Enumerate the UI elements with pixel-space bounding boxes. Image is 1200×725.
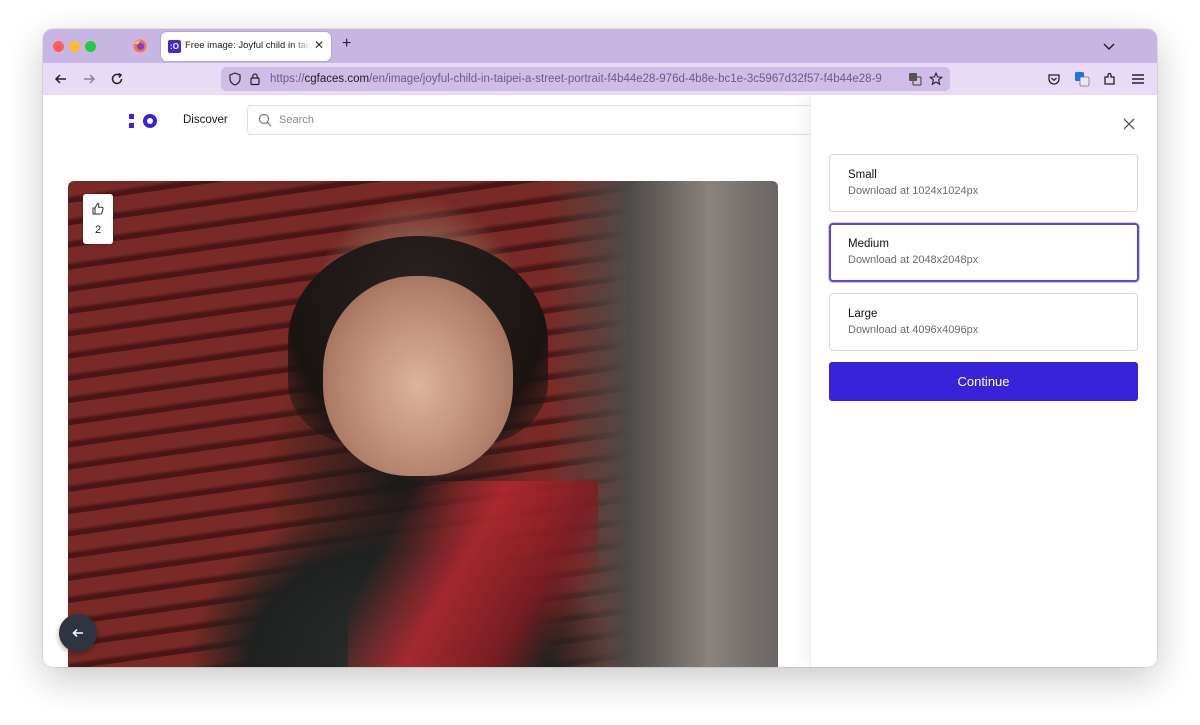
tab-title: Free image: Joyful child in taipei	[185, 40, 311, 51]
discover-link[interactable]: Discover	[183, 114, 228, 126]
like-count: 2	[94, 224, 102, 236]
translate-icon[interactable]	[908, 72, 922, 86]
page-content: Discover Search 2 Small Download at 1024…	[43, 95, 1157, 667]
lock-icon[interactable]	[248, 72, 262, 86]
url-domain: cgfaces.com	[304, 73, 370, 85]
back-arrow-icon[interactable]	[53, 71, 69, 87]
new-tab-icon[interactable]: +	[342, 35, 351, 53]
option-title: Small	[848, 169, 877, 181]
pocket-icon[interactable]	[1046, 71, 1062, 87]
photo-face	[323, 276, 513, 476]
url-prefix: https://	[270, 73, 305, 85]
chevron-down-icon[interactable]	[1101, 38, 1117, 54]
option-title: Large	[848, 308, 878, 320]
download-option-small[interactable]: Small Download at 1024x1024px	[829, 154, 1138, 212]
download-panel: Small Download at 1024x1024px Medium Dow…	[810, 95, 1157, 667]
like-button[interactable]: 2	[83, 194, 113, 244]
reload-icon[interactable]	[109, 71, 125, 87]
option-title: Medium	[848, 238, 889, 250]
search-input[interactable]: Search	[247, 105, 819, 135]
translate-extension-icon[interactable]	[1074, 71, 1090, 87]
forward-arrow-icon[interactable]	[81, 71, 97, 87]
window-maximize-button[interactable]	[85, 41, 96, 52]
arrow-left-icon	[72, 628, 83, 638]
search-placeholder: Search	[279, 114, 314, 126]
thumbs-up-icon	[92, 202, 104, 215]
cgfaces-logo-icon[interactable]	[129, 113, 159, 129]
download-option-large[interactable]: Large Download at 4096x4096px	[829, 293, 1138, 351]
close-icon[interactable]	[1122, 117, 1136, 131]
url-text[interactable]: https://cgfaces.com/en/image/joyful-chil…	[270, 73, 906, 85]
browser-window: :O Free image: Joyful child in taipei ✕ …	[43, 29, 1157, 667]
option-description: Download at 1024x1024px	[848, 185, 979, 197]
bookmark-star-icon[interactable]	[929, 72, 943, 86]
photo-red-lining	[348, 481, 598, 667]
url-bar[interactable]: https://cgfaces.com/en/image/joyful-chil…	[221, 67, 950, 91]
option-description: Download at 4096x4096px	[848, 324, 979, 336]
search-icon	[258, 113, 272, 127]
navigation-bar: https://cgfaces.com/en/image/joyful-chil…	[43, 63, 1157, 96]
back-button[interactable]	[59, 614, 97, 652]
cgfaces-favicon-icon: :O	[168, 40, 181, 53]
portrait-photo	[68, 181, 778, 667]
shield-icon[interactable]	[228, 72, 242, 86]
continue-button[interactable]: Continue	[829, 362, 1138, 401]
browser-tab[interactable]: :O Free image: Joyful child in taipei ✕	[161, 32, 331, 61]
option-description: Download at 2048x2048px	[848, 254, 979, 266]
url-path: /en/image/joyful-child-in-taipei-a-stree…	[369, 73, 882, 85]
menu-icon[interactable]	[1130, 71, 1146, 87]
window-minimize-button[interactable]	[69, 41, 80, 52]
tab-close-icon[interactable]: ✕	[314, 38, 324, 52]
download-option-medium[interactable]: Medium Download at 2048x2048px	[829, 223, 1139, 282]
window-close-button[interactable]	[53, 41, 64, 52]
firefox-icon[interactable]	[133, 39, 147, 53]
tab-strip: :O Free image: Joyful child in taipei ✕ …	[43, 29, 1157, 63]
extensions-icon[interactable]	[1102, 71, 1118, 87]
